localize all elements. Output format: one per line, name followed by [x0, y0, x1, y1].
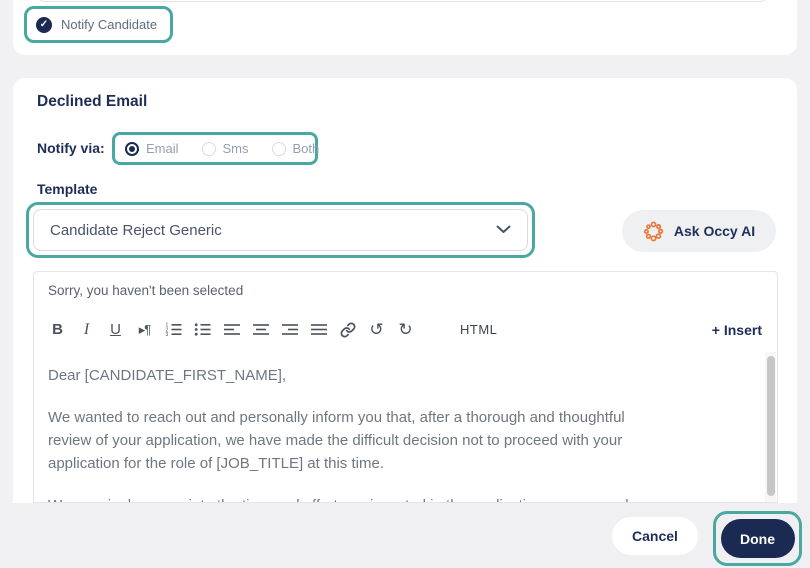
check-icon: ✓ — [39, 19, 49, 30]
template-selected-value: Candidate Reject Generic — [50, 221, 222, 239]
paragraph-format-button[interactable]: ▸¶ — [136, 317, 153, 343]
cancel-button[interactable]: Cancel — [612, 517, 698, 555]
ordered-list-button[interactable]: 123 — [165, 317, 182, 343]
radio-email[interactable]: Email — [125, 141, 179, 156]
align-center-button[interactable] — [252, 317, 269, 343]
email-body-editor[interactable]: Dear [CANDIDATE_FIRST_NAME], We wanted t… — [33, 351, 778, 503]
body-paragraph: We wanted to reach out and personally in… — [48, 409, 625, 472]
declined-email-screen: ✓ Notify Candidate Declined Email Notify… — [0, 0, 810, 568]
radio-sms-label: Sms — [222, 141, 249, 156]
template-select[interactable]: Candidate Reject Generic — [33, 209, 528, 251]
link-icon — [340, 322, 355, 337]
radio-selected-icon — [125, 141, 139, 156]
radio-sms[interactable]: Sms — [201, 141, 249, 156]
checkbox-checked-icon: ✓ — [36, 16, 52, 33]
align-left-button[interactable] — [223, 317, 240, 343]
radio-email-label: Email — [146, 141, 179, 156]
occy-ai-icon — [643, 220, 664, 241]
undo-button[interactable]: ↺ — [368, 317, 385, 343]
align-justify-icon — [310, 324, 327, 335]
body-paragraph: We genuinely appreciate the time and eff… — [48, 494, 741, 502]
notify-via-label: Notify via: — [37, 140, 105, 156]
radio-both-label: Both — [292, 141, 320, 156]
editor-scrollbar[interactable] — [765, 352, 776, 502]
scrollbar-thumb[interactable] — [766, 356, 775, 496]
svg-text:3: 3 — [166, 332, 169, 337]
notify-candidate-card: ✓ Notify Candidate — [13, 0, 797, 55]
notify-via-radio-group: Email Sms Both — [112, 132, 320, 165]
ask-occy-ai-button[interactable]: Ask Occy AI — [622, 210, 776, 252]
align-center-icon — [252, 324, 269, 335]
declined-email-card: Declined Email Notify via: Email Sms Bot… — [13, 78, 797, 503]
html-view-button[interactable]: HTML — [460, 317, 497, 343]
align-justify-button[interactable] — [310, 317, 327, 343]
chevron-down-icon — [496, 221, 511, 239]
align-right-icon — [281, 324, 298, 335]
insert-link-button[interactable] — [339, 317, 356, 343]
body-paragraph: Dear [CANDIDATE_FIRST_NAME], — [48, 367, 287, 384]
unordered-list-button[interactable] — [194, 317, 211, 343]
cutoff-field-above — [35, 0, 770, 2]
template-label: Template — [37, 181, 98, 197]
radio-both[interactable]: Both — [271, 141, 320, 156]
ask-occy-ai-label: Ask Occy AI — [673, 223, 756, 239]
align-left-icon — [223, 324, 240, 335]
underline-button[interactable]: U — [107, 317, 124, 343]
unordered-list-icon — [194, 323, 211, 336]
template-select-highlight: Candidate Reject Generic — [26, 202, 535, 258]
subject-input[interactable]: Sorry, you haven't been selected — [33, 271, 778, 309]
done-button-highlight: Done — [713, 511, 802, 566]
footer: Cancel Done — [0, 503, 810, 568]
align-right-button[interactable] — [281, 317, 298, 343]
editor-toolbar: B I U ▸¶ 123 ↺ ↻ HTML + Insert — [33, 308, 778, 352]
page-title: Declined Email — [37, 93, 148, 110]
redo-button[interactable]: ↻ — [397, 317, 414, 343]
notify-candidate-checkbox[interactable]: ✓ Notify Candidate — [24, 6, 174, 43]
bold-button[interactable]: B — [49, 317, 66, 343]
radio-unselected-icon — [271, 141, 286, 156]
italic-button[interactable]: I — [78, 317, 95, 343]
insert-button[interactable]: + Insert — [712, 322, 762, 338]
notify-candidate-label: Notify Candidate — [61, 17, 158, 32]
radio-unselected-icon — [201, 141, 216, 156]
subject-value: Sorry, you haven't been selected — [48, 282, 244, 298]
done-button[interactable]: Done — [720, 519, 795, 558]
ordered-list-icon: 123 — [166, 323, 182, 337]
